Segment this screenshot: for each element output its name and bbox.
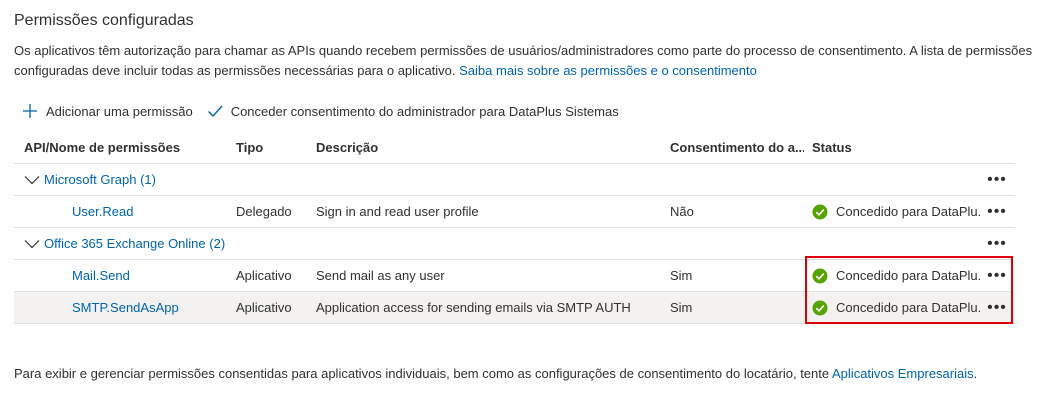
table-row: SMTP.SendAsApp Aplicativo Application ac… [14,292,1014,324]
permission-link-user-read[interactable]: User.Read [72,204,133,219]
group-toggle-microsoft-graph[interactable]: Microsoft Graph (1) [24,164,424,195]
status-text: Concedido para DataPlu... [836,300,980,315]
permission-type: Aplicativo [236,268,292,283]
chevron-down-icon [24,175,40,184]
toolbar: Adicionar uma permissão Conceder consent… [22,100,633,122]
permission-consent: Sim [670,300,693,315]
more-actions-button[interactable]: ••• [984,260,1010,291]
permission-description: Application access for sending emails vi… [316,300,631,315]
add-permission-label: Adicionar uma permissão [46,103,193,119]
permission-link-smtp-sendasapp[interactable]: SMTP.SendAsApp [72,300,179,315]
more-icon: ••• [987,170,1007,188]
success-check-icon [812,204,828,219]
table-row: Mail.Send Aplicativo Send mail as any us… [14,260,1014,292]
enterprise-apps-link[interactable]: Aplicativos Empresariais [832,366,974,381]
more-actions-button[interactable]: ••• [984,164,1010,195]
plus-icon [23,104,37,118]
table-header-row: API/Nome de permissões Tipo Descrição Co… [14,132,1014,164]
footer-text: Para exibir e gerenciar permissões conse… [14,366,833,381]
permission-link-mail-send[interactable]: Mail.Send [72,268,130,283]
status-cell: Concedido para DataPlu... [812,292,980,323]
group-toggle-office-365-exchange[interactable]: Office 365 Exchange Online (2) [24,228,424,259]
permission-description: Send mail as any user [316,268,445,283]
header-status[interactable]: Status [812,132,980,163]
footer-note: Para exibir e gerenciar permissões conse… [14,366,977,381]
permission-type: Aplicativo [236,300,292,315]
header-description[interactable]: Descrição [316,132,666,163]
group-label: Microsoft Graph (1) [44,172,156,187]
more-actions-button[interactable]: ••• [984,228,1010,259]
header-consent[interactable]: Consentimento do a... [670,132,804,163]
success-check-icon [812,300,828,315]
permission-consent: Não [670,204,694,219]
header-type[interactable]: Tipo [236,132,316,163]
grant-admin-consent-label: Conceder consentimento do administrador … [230,103,619,119]
permissions-table: API/Nome de permissões Tipo Descrição Co… [14,132,1014,324]
more-actions-button[interactable]: ••• [984,292,1010,323]
section-title: Permissões configuradas [14,12,194,29]
group-label: Office 365 Exchange Online (2) [44,236,226,251]
header-api[interactable]: API/Nome de permissões [24,132,224,163]
permission-type: Delegado [236,204,292,219]
checkmark-icon [207,105,223,118]
group-row-office-365-exchange[interactable]: Office 365 Exchange Online (2) ••• [14,228,1014,260]
status-text: Concedido para DataPlu... [836,204,980,219]
grant-admin-consent-button[interactable]: Conceder consentimento do administrador … [207,103,619,119]
permission-consent: Sim [670,268,693,283]
more-actions-button[interactable]: ••• [984,196,1010,227]
table-row: User.Read Delegado Sign in and read user… [14,196,1014,228]
status-cell: Concedido para DataPlu... [812,260,980,291]
group-row-microsoft-graph[interactable]: Microsoft Graph (1) ••• [14,164,1014,196]
more-icon: ••• [987,234,1007,252]
section-description: Os aplicativos têm autorização para cham… [14,41,1044,81]
chevron-down-icon [24,239,40,248]
status-cell: Concedido para DataPlu... [812,196,980,227]
permission-description: Sign in and read user profile [316,204,479,219]
footer-end: . [973,366,978,381]
add-permission-button[interactable]: Adicionar uma permissão [22,103,193,119]
more-icon: ••• [987,202,1007,220]
more-icon: ••• [987,298,1007,316]
more-icon: ••• [987,266,1007,284]
success-check-icon [812,268,828,283]
status-text: Concedido para DataPlu... [836,268,980,283]
learn-more-link[interactable]: Saiba mais sobre as permissões e o conse… [459,63,757,78]
